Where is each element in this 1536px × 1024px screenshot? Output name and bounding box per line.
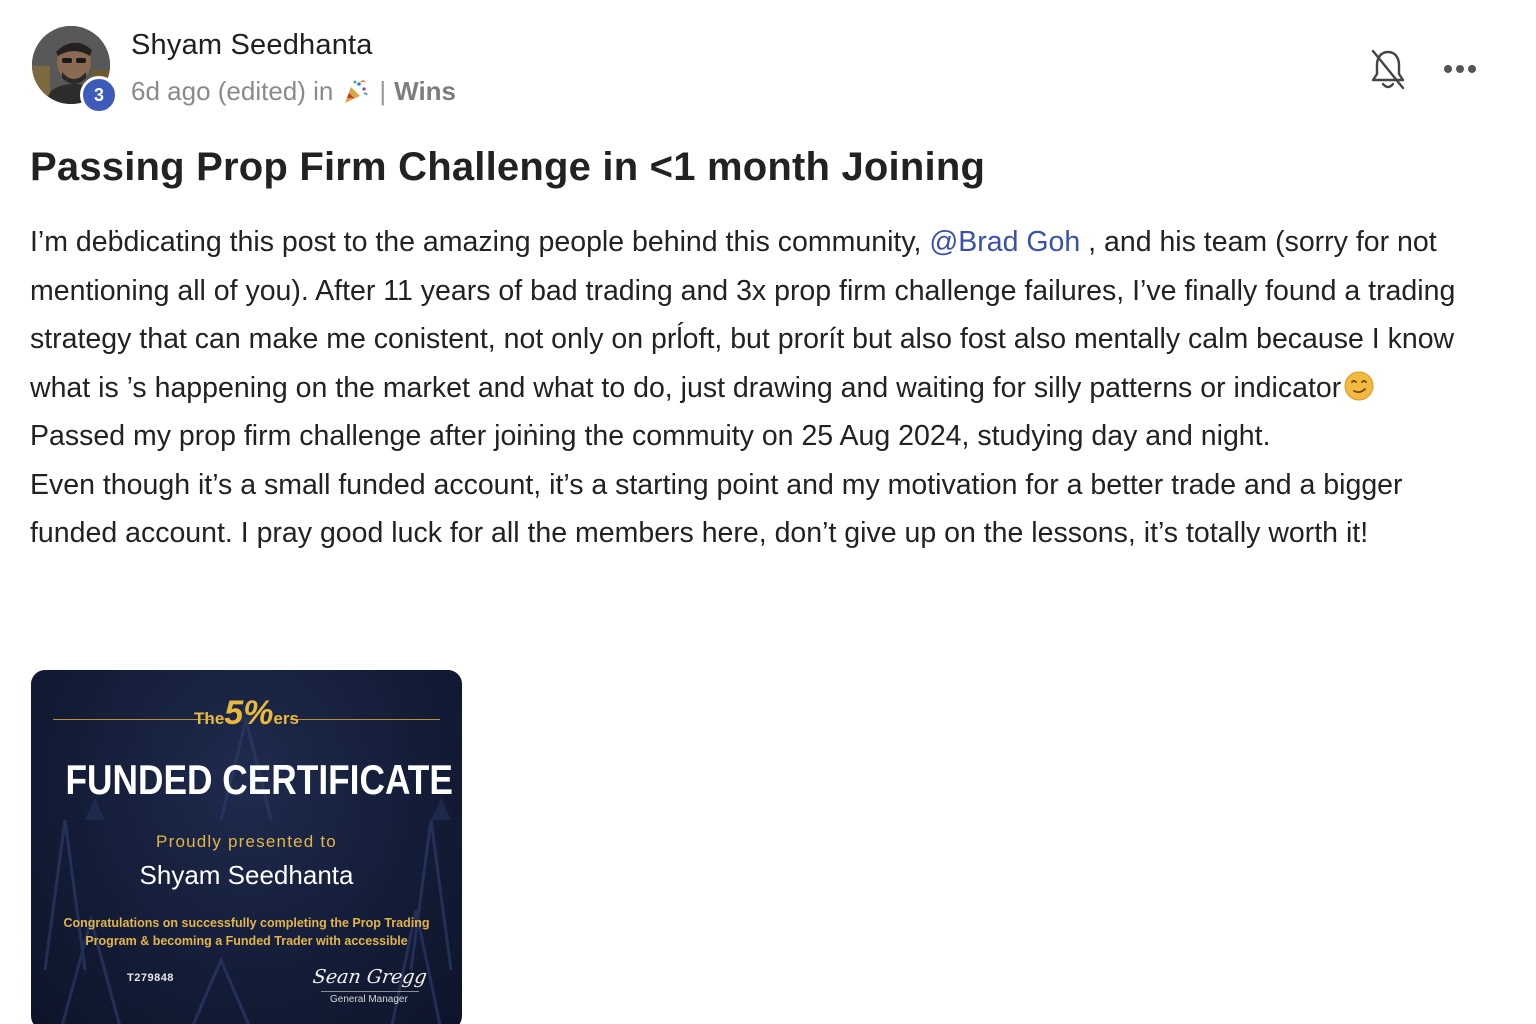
post-paragraph-2: Passed my prop firm challenge after joiṅ… — [30, 420, 1271, 452]
certificate-congratulations-text: Congratulations on successfully completi… — [63, 916, 430, 948]
post-paragraph-3: Even though it’s a small funded account,… — [30, 468, 1403, 550]
user-mention-link[interactable]: @Brad Goh — [929, 226, 1080, 258]
post-card: 3 Shyam Seedhanta 6d ago (edited) in | W… — [0, 0, 1536, 1024]
author-name[interactable]: Shyam Seedhanta — [131, 29, 373, 62]
post-paragraph-1: I’m deḃdicating this post to the amazing… — [30, 218, 1490, 412]
post-header: 3 Shyam Seedhanta 6d ago (edited) in | W… — [30, 24, 1496, 114]
signature-line — [321, 991, 419, 992]
certificate-signer-title: General Manager — [330, 994, 408, 1005]
meta-separator: | — [379, 76, 387, 106]
post-time: 6d ago (edited) in — [131, 76, 334, 106]
level-badge: 3 — [80, 76, 118, 114]
notifications-toggle-button[interactable] — [1368, 46, 1408, 94]
more-options-button[interactable] — [1440, 54, 1480, 84]
certificate-presented-label: Proudly presented to — [156, 832, 337, 851]
more-horizontal-icon — [1444, 65, 1476, 73]
category-link[interactable]: Wins — [394, 76, 456, 107]
intro-text: I’m deḃdicating this post to the amazing… — [30, 226, 930, 258]
author-avatar-wrap[interactable]: 3 — [30, 24, 120, 114]
party-popper-icon — [341, 78, 369, 106]
post-title: Passing Prop Firm Challenge in <1 month … — [30, 145, 986, 189]
bell-off-icon — [1371, 49, 1405, 90]
certificate-image[interactable]: The5%ers FUNDED CERTIFICATE Proudly pres… — [31, 670, 462, 1024]
certificate-signature: Sean Gregg — [311, 966, 429, 988]
certificate-recipient-name: Shyam Seedhanta — [139, 860, 354, 890]
certificate-id: T279848 — [127, 972, 174, 984]
post-body: I’m deḃdicating this post to the amazing… — [30, 218, 1490, 558]
certificate-title: FUNDED CERTIFICATE — [65, 756, 453, 803]
certificate-brand-logo: The5%ers — [194, 694, 299, 732]
post-meta: 6d ago (edited) in | Wins — [131, 76, 456, 107]
smirking-face-emoji — [1343, 369, 1375, 401]
